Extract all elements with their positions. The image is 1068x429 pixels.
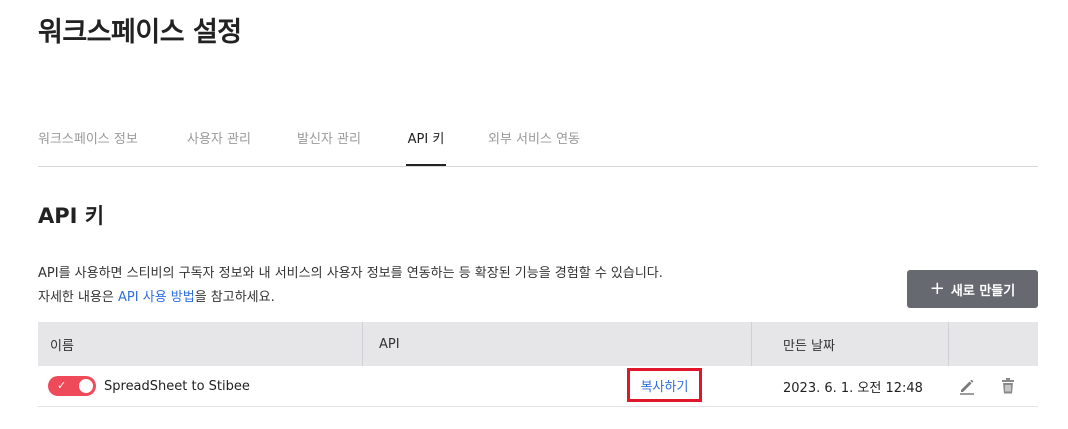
tab-sender-management[interactable]: 발신자 관리 — [297, 128, 361, 166]
page-title: 워크스페이스 설정 — [38, 17, 242, 48]
api-key-table: 이름 API 만든 날짜 ✓ SpreadSheet to Stibee 202… — [38, 322, 1038, 407]
tab-workspace-info[interactable]: 워크스페이스 정보 — [38, 128, 138, 166]
description-text: 을 참고하세요. — [194, 290, 275, 305]
enable-toggle[interactable]: ✓ — [48, 376, 96, 396]
settings-tabs: 워크스페이스 정보 사용자 관리 발신자 관리 API 키 외부 서비스 연동 — [38, 120, 1038, 167]
copy-api-key-button[interactable]: 복사하기 — [627, 368, 702, 402]
description-line-1: API를 사용하면 스티비의 구독자 정보와 내 서비스의 사용자 정보를 연동… — [38, 266, 663, 281]
create-new-button[interactable]: + 새로 만들기 — [907, 270, 1038, 308]
tab-external-integration[interactable]: 외부 서비스 연동 — [488, 128, 580, 166]
section-title: API 키 — [38, 204, 105, 228]
api-key-name: SpreadSheet to Stibee — [104, 378, 250, 394]
create-new-label: 새로 만들기 — [950, 283, 1016, 299]
table-row: ✓ SpreadSheet to Stibee 2023. 6. 1. 오전 1… — [38, 366, 1038, 407]
column-divider — [362, 322, 363, 366]
api-description: API를 사용하면 스티비의 구독자 정보와 내 서비스의 사용자 정보를 연동… — [38, 262, 663, 310]
toggle-knob — [79, 379, 93, 393]
tab-user-management[interactable]: 사용자 관리 — [187, 128, 251, 166]
description-line-2: 자세한 내용은 API 사용 방법을 참고하세요. — [38, 286, 663, 310]
trash-icon[interactable] — [1001, 378, 1015, 398]
check-icon: ✓ — [57, 379, 67, 392]
pencil-icon[interactable] — [958, 377, 976, 399]
api-usage-link[interactable]: API 사용 방법 — [118, 290, 195, 305]
column-divider — [948, 322, 949, 366]
tab-api-key[interactable]: API 키 — [406, 128, 446, 166]
column-divider — [751, 322, 752, 366]
plus-icon: + — [929, 278, 945, 299]
header-name: 이름 — [50, 338, 74, 354]
table-header: 이름 API 만든 날짜 — [38, 322, 1038, 366]
header-api: API — [379, 336, 400, 352]
description-text: 자세한 내용은 — [38, 290, 119, 305]
created-date: 2023. 6. 1. 오전 12:48 — [783, 380, 923, 396]
header-created: 만든 날짜 — [783, 338, 835, 354]
